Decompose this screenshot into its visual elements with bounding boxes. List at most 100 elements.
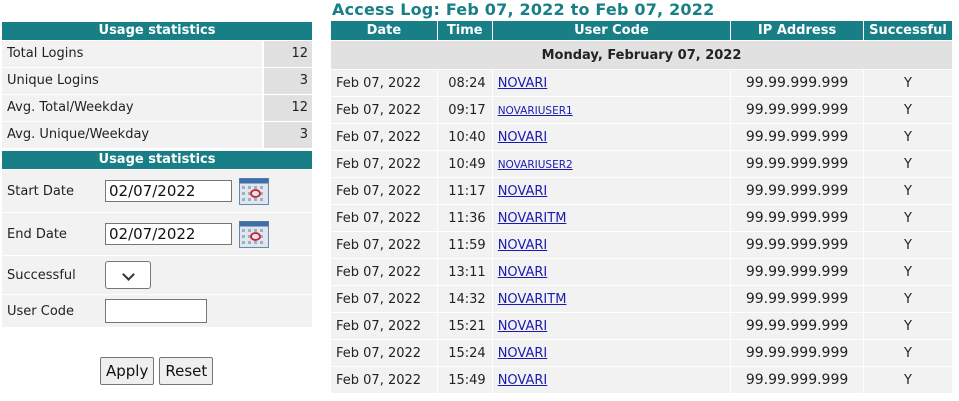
access-log-table: Date Time User Code IP Address Successfu… <box>330 20 953 394</box>
cell-ip-address: 99.99.999.999 <box>731 151 864 177</box>
cell-ip-address: 99.99.999.999 <box>731 367 864 393</box>
cell-ip-address: 99.99.999.999 <box>731 286 864 312</box>
table-row: Feb 07, 2022 11:36 NOVARITM 99.99.999.999 Y <box>331 205 952 231</box>
column-header-successful[interactable]: Successful <box>864 21 952 40</box>
successful-row: Successful <box>2 256 312 294</box>
user-code-link[interactable]: NOVARIUSER1 <box>498 105 573 117</box>
user-code-link[interactable]: NOVARI <box>498 130 548 145</box>
table-header-row: Date Time User Code IP Address Successfu… <box>331 21 952 40</box>
column-header-date[interactable]: Date <box>331 21 437 40</box>
user-code-input[interactable] <box>105 299 207 323</box>
table-row: Feb 07, 2022 10:49 NOVARIUSER2 99.99.999.99… <box>331 151 952 177</box>
table-row: Feb 07, 2022 14:32 NOVARITM 99.99.999.999 Y <box>331 286 952 312</box>
day-group-label: Monday, February 07, 2022 <box>331 41 952 69</box>
cell-successful: Y <box>864 259 952 285</box>
successful-select[interactable] <box>105 261 151 289</box>
cell-user-code: NOVARI <box>492 124 731 150</box>
user-code-link[interactable]: NOVARI <box>498 265 548 280</box>
stat-label: Avg. Total/Weekday <box>7 100 134 115</box>
cell-time: 13:11 <box>437 259 492 285</box>
cell-ip-address: 99.99.999.999 <box>731 340 864 366</box>
cell-date: Feb 07, 2022 <box>331 70 437 96</box>
table-row: Feb 07, 2022 08:24 NOVARI 99.99.999.999 Y <box>331 70 952 96</box>
cell-ip-address: 99.99.999.999 <box>731 97 864 123</box>
cell-time: 10:49 <box>437 151 492 177</box>
stat-value: 12 <box>262 95 312 121</box>
cell-time: 11:36 <box>437 205 492 231</box>
cell-time: 15:24 <box>437 340 492 366</box>
apply-button[interactable]: Apply <box>100 357 155 385</box>
cell-date: Feb 07, 2022 <box>331 124 437 150</box>
stat-row-total-logins: Total Logins 12 <box>2 41 312 67</box>
user-code-link[interactable]: NOVARI <box>498 184 548 199</box>
user-code-link[interactable]: NOVARITM <box>498 292 567 307</box>
user-code-link[interactable]: NOVARI <box>498 346 548 361</box>
user-code-link[interactable]: NOVARI <box>498 238 548 253</box>
cell-successful: Y <box>864 367 952 393</box>
cell-user-code: NOVARI <box>492 367 731 393</box>
column-header-user-code[interactable]: User Code <box>492 21 731 40</box>
filter-buttons: Apply Reset <box>100 357 214 385</box>
stat-row-avg-unique-weekday: Avg. Unique/Weekday 3 <box>2 122 312 148</box>
cell-successful: Y <box>864 340 952 366</box>
cell-user-code: NOVARI <box>492 70 731 96</box>
cell-time: 11:17 <box>437 178 492 204</box>
user-code-row: User Code <box>2 295 312 327</box>
user-code-link[interactable]: NOVARI <box>498 319 548 334</box>
cell-successful: Y <box>864 124 952 150</box>
cell-ip-address: 99.99.999.999 <box>731 178 864 204</box>
table-row: Feb 07, 2022 09:17 NOVARIUSER1 99.99.999.99… <box>331 97 952 123</box>
cell-date: Feb 07, 2022 <box>331 232 437 258</box>
user-code-link[interactable]: NOVARITM <box>498 211 567 226</box>
column-header-ip-address[interactable]: IP Address <box>731 21 864 40</box>
start-date-row: Start Date <box>2 170 312 212</box>
table-row: Feb 07, 2022 15:24 NOVARI 99.99.999.999 Y <box>331 340 952 366</box>
cell-ip-address: 99.99.999.999 <box>731 124 864 150</box>
stat-row-avg-total-weekday: Avg. Total/Weekday 12 <box>2 95 312 121</box>
left-panel: Usage statistics Total Logins 12 Unique … <box>2 22 312 327</box>
cell-time: 08:24 <box>437 70 492 96</box>
table-row: Feb 07, 2022 10:40 NOVARI 99.99.999.999 Y <box>331 124 952 150</box>
end-date-input[interactable] <box>105 223 232 245</box>
cell-successful: Y <box>864 205 952 231</box>
cell-date: Feb 07, 2022 <box>331 286 437 312</box>
cell-date: Feb 07, 2022 <box>331 313 437 339</box>
cell-date: Feb 07, 2022 <box>331 205 437 231</box>
stat-label: Avg. Unique/Weekday <box>7 127 150 142</box>
start-date-label: Start Date <box>7 183 74 199</box>
column-header-time[interactable]: Time <box>437 21 492 40</box>
cell-user-code: NOVARI <box>492 178 731 204</box>
cell-time: 15:49 <box>437 367 492 393</box>
successful-label: Successful <box>7 267 76 283</box>
cell-ip-address: 99.99.999.999 <box>731 259 864 285</box>
table-row: Feb 07, 2022 15:49 NOVARI 99.99.999.999 Y <box>331 367 952 393</box>
filter-header: Usage statistics <box>2 151 312 169</box>
cell-date: Feb 07, 2022 <box>331 151 437 177</box>
user-code-link[interactable]: NOVARI <box>498 373 548 388</box>
user-code-link[interactable]: NOVARI <box>498 76 548 91</box>
cell-ip-address: 99.99.999.999 <box>731 313 864 339</box>
calendar-icon[interactable] <box>239 220 269 248</box>
cell-ip-address: 99.99.999.999 <box>731 232 864 258</box>
end-date-row: End Date <box>2 213 312 255</box>
user-code-link[interactable]: NOVARIUSER2 <box>498 159 573 171</box>
stat-value: 3 <box>262 68 312 94</box>
stat-value: 3 <box>262 122 312 148</box>
cell-user-code: NOVARIUSER1 <box>492 97 731 123</box>
cell-ip-address: 99.99.999.999 <box>731 205 864 231</box>
cell-time: 10:40 <box>437 124 492 150</box>
stat-row-unique-logins: Unique Logins 3 <box>2 68 312 94</box>
cell-successful: Y <box>864 178 952 204</box>
cell-user-code: NOVARITM <box>492 286 731 312</box>
cell-successful: Y <box>864 97 952 123</box>
reset-button[interactable]: Reset <box>159 357 214 385</box>
calendar-icon[interactable] <box>239 177 269 205</box>
stat-value: 12 <box>262 41 312 67</box>
table-row: Feb 07, 2022 13:11 NOVARI 99.99.999.999 Y <box>331 259 952 285</box>
cell-date: Feb 07, 2022 <box>331 178 437 204</box>
cell-user-code: NOVARIUSER2 <box>492 151 731 177</box>
cell-user-code: NOVARITM <box>492 205 731 231</box>
cell-date: Feb 07, 2022 <box>331 97 437 123</box>
table-row: Feb 07, 2022 11:59 NOVARI 99.99.999.999 Y <box>331 232 952 258</box>
start-date-input[interactable] <box>105 180 232 202</box>
